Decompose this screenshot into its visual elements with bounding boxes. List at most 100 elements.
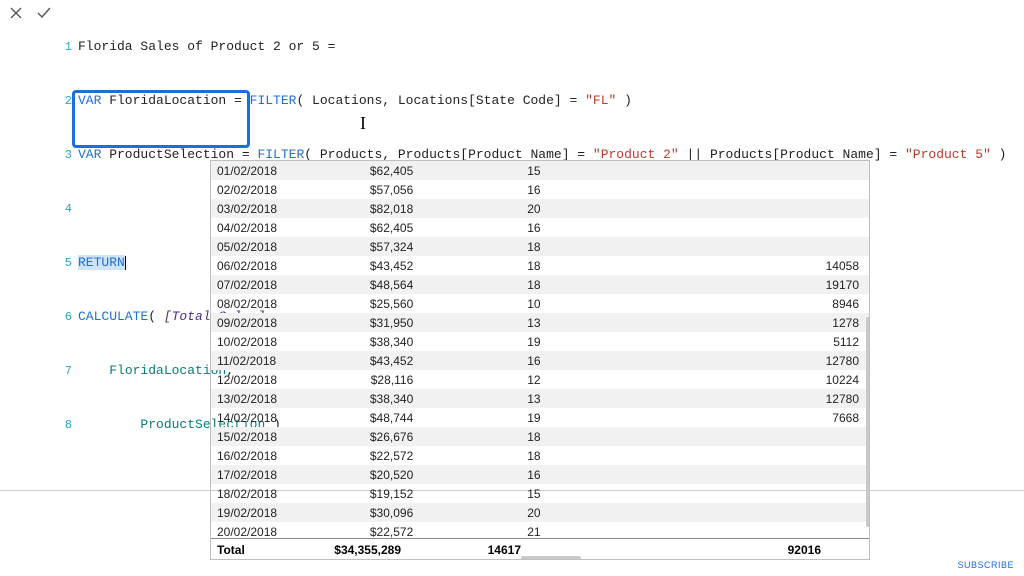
cell-date: 17/02/2018: [211, 465, 317, 484]
cell-value: $48,744: [317, 408, 423, 427]
table-row[interactable]: 20/02/2018$22,57221: [211, 522, 869, 538]
cell-value: $19,152: [317, 484, 423, 503]
cancel-button[interactable]: [6, 3, 26, 23]
cell-value: [551, 522, 869, 538]
cell-value: 12780: [551, 389, 869, 408]
cell-value: $62,405: [317, 218, 423, 237]
cell-date: 03/02/2018: [211, 199, 317, 218]
text-caret: [125, 256, 126, 270]
cell-value: [551, 484, 869, 503]
cell-value: 1278: [551, 313, 869, 332]
cell-value: 13: [423, 313, 550, 332]
cell-value: $22,572: [317, 522, 423, 538]
table: 01/02/2018$62,4051502/02/2018$57,0561603…: [211, 161, 869, 538]
table-row[interactable]: 02/02/2018$57,05616: [211, 180, 869, 199]
cell-date: 15/02/2018: [211, 427, 317, 446]
vertical-scrollbar[interactable]: [866, 317, 869, 527]
cell-value: 10: [423, 294, 550, 313]
table-row[interactable]: 15/02/2018$26,67618: [211, 427, 869, 446]
cell-date: 11/02/2018: [211, 351, 317, 370]
total-label: Total: [211, 542, 311, 558]
cell-date: 18/02/2018: [211, 484, 317, 503]
table-row[interactable]: 17/02/2018$20,52016: [211, 465, 869, 484]
data-table-visual[interactable]: 01/02/2018$62,4051502/02/2018$57,0561603…: [210, 160, 870, 560]
cell-value: $25,560: [317, 294, 423, 313]
cell-value: [551, 465, 869, 484]
cell-value: 12: [423, 370, 550, 389]
cell-value: 8946: [551, 294, 869, 313]
gutter: 1: [60, 38, 78, 56]
cell-value: 18: [423, 256, 550, 275]
cell-value: 18: [423, 237, 550, 256]
cell-value: $28,116: [317, 370, 423, 389]
cell-value: $22,572: [317, 446, 423, 465]
cell-value: [551, 218, 869, 237]
cell-value: 15: [423, 484, 550, 503]
cell-value: $57,056: [317, 180, 423, 199]
cell-value: [551, 427, 869, 446]
table-row[interactable]: 08/02/2018$25,560108946: [211, 294, 869, 313]
table-row[interactable]: 09/02/2018$31,950131278: [211, 313, 869, 332]
table-row[interactable]: 07/02/2018$48,5641819170: [211, 275, 869, 294]
total-value: 14617: [411, 542, 531, 558]
table-row[interactable]: 03/02/2018$82,01820: [211, 199, 869, 218]
table-row[interactable]: 05/02/2018$57,32418: [211, 237, 869, 256]
cell-value: [551, 161, 869, 180]
cell-date: 19/02/2018: [211, 503, 317, 522]
cell-value: 7668: [551, 408, 869, 427]
table-row[interactable]: 18/02/2018$19,15215: [211, 484, 869, 503]
cell-value: $20,520: [317, 465, 423, 484]
cell-value: 19: [423, 332, 550, 351]
cell-value: 16: [423, 351, 550, 370]
cell-value: 16: [423, 180, 550, 199]
cell-value: $48,564: [317, 275, 423, 294]
cell-value: 15: [423, 161, 550, 180]
mouse-ibeam-cursor: I: [360, 114, 366, 132]
table-row[interactable]: 01/02/2018$62,40515: [211, 161, 869, 180]
table-row[interactable]: 12/02/2018$28,1161210224: [211, 370, 869, 389]
cell-value: [551, 180, 869, 199]
commit-button[interactable]: [34, 3, 54, 23]
cell-value: $57,324: [317, 237, 423, 256]
table-row[interactable]: 11/02/2018$43,4521612780: [211, 351, 869, 370]
cell-date: 10/02/2018: [211, 332, 317, 351]
cell-date: 07/02/2018: [211, 275, 317, 294]
cell-value: $38,340: [317, 332, 423, 351]
cell-value: 18: [423, 427, 550, 446]
cell-value: 21: [423, 522, 550, 538]
cell-date: 20/02/2018: [211, 522, 317, 538]
table-row[interactable]: 13/02/2018$38,3401312780: [211, 389, 869, 408]
cell-value: 18: [423, 446, 550, 465]
cell-value: $38,340: [317, 389, 423, 408]
table-row[interactable]: 10/02/2018$38,340195112: [211, 332, 869, 351]
cell-value: 14058: [551, 256, 869, 275]
cell-value: 10224: [551, 370, 869, 389]
table-row[interactable]: 14/02/2018$48,744197668: [211, 408, 869, 427]
cell-value: $31,950: [317, 313, 423, 332]
cell-value: $43,452: [317, 256, 423, 275]
cell-value: 13: [423, 389, 550, 408]
cell-date: 13/02/2018: [211, 389, 317, 408]
cell-value: 16: [423, 218, 550, 237]
cell-value: 20: [423, 199, 550, 218]
table-row[interactable]: 04/02/2018$62,40516: [211, 218, 869, 237]
code-line: Florida Sales of Product 2 or 5 =: [78, 38, 335, 56]
cell-value: [551, 446, 869, 465]
table-row[interactable]: 19/02/2018$30,09620: [211, 503, 869, 522]
cell-value: 12780: [551, 351, 869, 370]
formula-actions: [6, 1, 60, 23]
cell-value: $62,405: [317, 161, 423, 180]
cell-value: $26,676: [317, 427, 423, 446]
table-row[interactable]: 06/02/2018$43,4521814058: [211, 256, 869, 275]
cell-value: 20: [423, 503, 550, 522]
table-body[interactable]: 01/02/2018$62,4051502/02/2018$57,0561603…: [211, 161, 869, 538]
subscribe-watermark: SUBSCRIBE: [957, 560, 1014, 570]
cell-date: 12/02/2018: [211, 370, 317, 389]
cell-value: $43,452: [317, 351, 423, 370]
cell-date: 06/02/2018: [211, 256, 317, 275]
cell-date: 14/02/2018: [211, 408, 317, 427]
cell-date: 16/02/2018: [211, 446, 317, 465]
cell-value: $30,096: [317, 503, 423, 522]
cell-value: $82,018: [317, 199, 423, 218]
table-row[interactable]: 16/02/2018$22,57218: [211, 446, 869, 465]
